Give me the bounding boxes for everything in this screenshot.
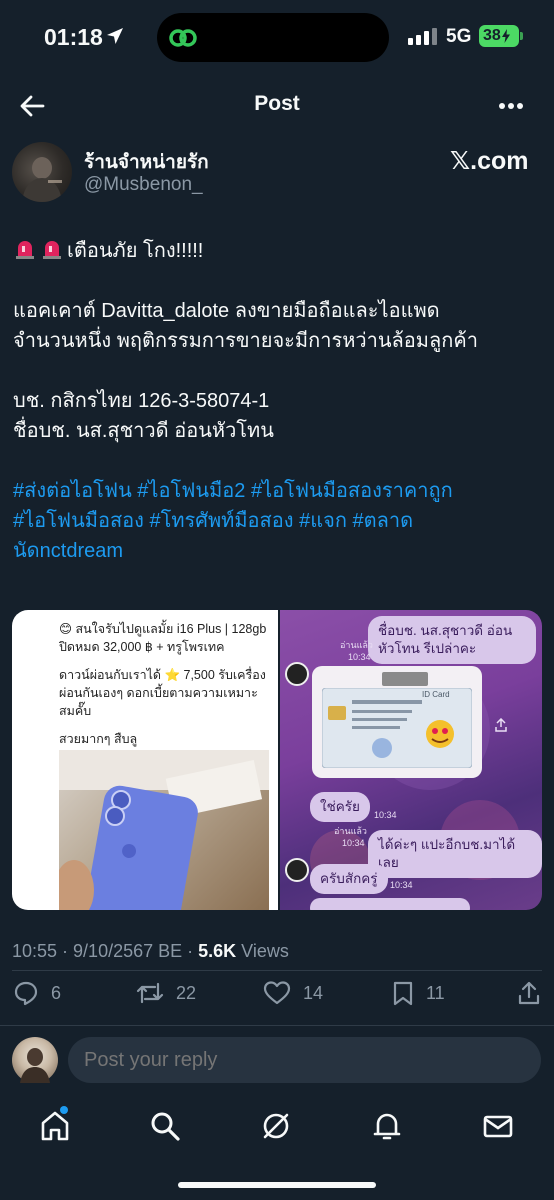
battery-tip <box>520 32 523 40</box>
views-count: 5.6K <box>198 941 237 961</box>
screenshot-line: ดาวน์ผ่อนกับเราได้ ⭐ 7,500 รับเครื่อง ผ่… <box>59 668 266 718</box>
media-image-left[interactable]: 😊 สนใจรับไปดูแลมั้ย i16 Plus | 128gb ปิด… <box>12 610 278 910</box>
hashtag-line[interactable]: #ส่งต่อไอโฟน #ไอโฟนมือ2 #ไอโฟนมือสองราคา… <box>13 476 543 506</box>
grok-icon[interactable] <box>259 1109 293 1143</box>
screenshot-line: 😊 สนใจรับไปดูแลมั้ย i16 Plus | 128gb ปิด… <box>59 622 267 654</box>
tweet-body: เตือนภัย โกง!!!!! แอคเคาต์ Davitta_dalot… <box>13 236 543 596</box>
x-com-watermark: 𝕏.com <box>450 147 529 175</box>
location-arrow-icon <box>107 28 123 44</box>
screenshot-text: 😊 สนใจรับไปดูแลมั้ย i16 Plus | 128gb ปิด… <box>59 620 269 758</box>
page-title: Post <box>254 92 300 115</box>
messages-envelope-icon[interactable] <box>481 1109 515 1143</box>
tweet-meta: 10:55 · 9/10/2567 BE · 5.6K Views <box>12 941 289 962</box>
iphone-photo <box>59 750 269 910</box>
media-image-right[interactable]: ชื่อบช. นส.สุชาวดี อ่อนหัวโทน รีเปล่าคะ … <box>280 610 542 910</box>
current-user-avatar[interactable] <box>12 1037 58 1083</box>
like-button[interactable]: 14 <box>263 980 323 1006</box>
share-icon[interactable] <box>494 718 508 732</box>
link-icon <box>169 29 197 47</box>
status-time: 01:18 <box>44 24 103 50</box>
tweet-hashtags[interactable]: #ส่งต่อไอโฟน #ไอโฟนมือ2 #ไอโฟนมือสองราคา… <box>13 476 543 566</box>
share-icon <box>518 981 540 1005</box>
chat-bubble-reply-yes: ใช่ครัย <box>310 792 370 822</box>
chat-bubble-partial <box>310 898 470 910</box>
read-label: อ่านแล้ว <box>334 826 367 836</box>
chat-time: 10:34 <box>348 652 371 662</box>
hashtag-line[interactable]: #ไอโฟนมือสอง #โทรศัพท์มือสอง #แจก #ตลาด <box>13 506 543 536</box>
chat-bubble-question: ชื่อบช. นส.สุชาวดี อ่อนหัวโทน รีเปล่าคะ <box>368 616 536 664</box>
tweet-line: แอคเคาต์ Davitta_dalote ลงขายมือถือและไอ… <box>13 300 440 322</box>
chat-bubble-wait: ครับสักครู่ <box>310 864 388 894</box>
chat-time: 10:34 <box>374 810 397 820</box>
repost-button[interactable]: 22 <box>136 980 196 1006</box>
home-notification-dot <box>60 1106 68 1114</box>
bottom-tab-bar <box>0 1095 554 1155</box>
chat-avatar <box>285 662 309 686</box>
top-nav: Post <box>0 76 554 134</box>
chat-time: 10:34 <box>342 838 365 848</box>
repost-icon <box>136 982 164 1004</box>
bookmark-count: 11 <box>426 982 445 1003</box>
battery-level: 38 <box>483 27 501 44</box>
avatar-photo <box>20 1048 50 1083</box>
tweet-line: ชื่อบช. นส.สุชาวดี อ่อนหัวโทน <box>13 420 274 442</box>
more-options-icon[interactable] <box>498 102 524 110</box>
reply-input[interactable] <box>68 1037 541 1083</box>
divider <box>12 970 542 971</box>
tweet-actions: 6 22 14 11 <box>0 980 554 1016</box>
search-icon[interactable] <box>148 1109 182 1143</box>
reply-button[interactable]: 6 <box>13 980 61 1006</box>
tweet-media[interactable]: 😊 สนใจรับไปดูแลมั้ย i16 Plus | 128gb ปิด… <box>12 610 542 910</box>
battery-icon: 38 <box>479 25 519 47</box>
read-label: อ่านแล้ว <box>340 640 373 650</box>
views-label: Views <box>236 941 289 961</box>
reply-icon <box>14 981 38 1006</box>
redaction-box <box>382 672 428 686</box>
siren-icon <box>43 241 61 259</box>
divider <box>0 1025 554 1026</box>
repost-count: 22 <box>176 982 197 1003</box>
chat-bubble-send-account: ได้ค่ะๆ แปะอีกบช.มาได้เลย <box>368 830 542 878</box>
id-card-image: ID Card <box>312 666 482 778</box>
hashtag-line[interactable]: นัดnctdream <box>13 536 543 566</box>
notifications-bell-icon[interactable] <box>370 1109 404 1143</box>
author-handle[interactable]: @Musbenon_ <box>84 174 203 196</box>
warning-text: เตือนภัย โกง!!!!! <box>67 240 204 262</box>
network-type: 5G <box>446 26 472 47</box>
tweet-paragraph-bank: บช. กสิกรไทย 126-3-58074-1 ชื่อบช. นส.สุ… <box>13 386 543 446</box>
tweet-line: บช. กสิกรไทย 126-3-58074-1 <box>13 390 270 412</box>
siren-icon <box>16 241 34 259</box>
status-bar: 01:18 5G 38 <box>0 0 554 76</box>
charging-bolt-icon <box>501 29 510 43</box>
bookmark-button[interactable]: 11 <box>392 980 445 1006</box>
chat-avatar <box>285 858 309 882</box>
tweet-timestamp: 10:55 · 9/10/2567 BE · <box>12 941 199 961</box>
home-icon[interactable] <box>38 1109 72 1143</box>
id-card-illustration <box>322 688 472 768</box>
author-avatar[interactable] <box>12 142 72 202</box>
blue-iphone-illustration <box>59 750 269 910</box>
chat-time: 10:34 <box>390 880 413 890</box>
id-card-label: ID Card <box>422 690 450 699</box>
tweet-line-warning: เตือนภัย โกง!!!!! <box>13 236 543 266</box>
tweet-line: จำนวนหนึ่ง พฤติกรรมการขายจะมีการหว่านล้อ… <box>13 330 478 352</box>
tweet-paragraph-account: แอคเคาต์ Davitta_dalote ลงขายมือถือและไอ… <box>13 296 543 356</box>
heart-icon <box>263 981 291 1005</box>
signal-icon <box>408 28 437 45</box>
home-indicator[interactable] <box>178 1182 376 1188</box>
share-button[interactable] <box>517 980 541 1006</box>
like-count: 14 <box>303 982 324 1003</box>
bookmark-icon <box>393 981 413 1006</box>
dynamic-island <box>157 13 389 62</box>
screenshot-line: สวยมากๆ สืบลู <box>59 732 138 746</box>
avatar-photo <box>22 157 62 202</box>
reply-count: 6 <box>51 982 62 1003</box>
author-display-name[interactable]: ร้านจำหน่ายรัก <box>84 147 209 177</box>
